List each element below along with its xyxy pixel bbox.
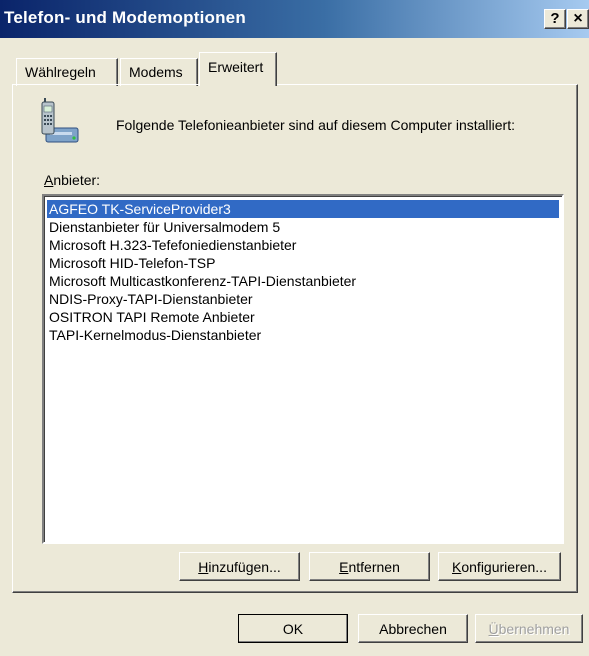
apply-label: bernehmen bbox=[498, 620, 570, 637]
remove-label: ntfernen bbox=[348, 558, 400, 575]
apply-mnemonic: Ü bbox=[488, 620, 499, 637]
add-mnemonic: H bbox=[198, 558, 209, 575]
list-item[interactable]: TAPI-Kernelmodus-Dienstanbieter bbox=[47, 326, 559, 344]
list-item[interactable]: NDIS-Proxy-TAPI-Dienstanbieter bbox=[47, 290, 559, 308]
list-item[interactable]: Dienstanbieter für Universalmodem 5 bbox=[47, 218, 559, 236]
close-button[interactable]: × bbox=[567, 9, 589, 29]
tab-modems[interactable]: Modems bbox=[120, 58, 198, 86]
providers-label-text: nbieter: bbox=[53, 172, 101, 188]
add-label: inzufügen... bbox=[208, 558, 281, 575]
cancel-button[interactable]: Abbrechen bbox=[358, 614, 468, 643]
list-item[interactable]: Microsoft Multicastkonferenz-TAPI-Dienst… bbox=[47, 272, 559, 290]
tab-waehlregeln[interactable]: Wählregeln bbox=[16, 58, 118, 86]
help-button[interactable]: ? bbox=[544, 9, 566, 29]
list-item[interactable]: OSITRON TAPI Remote Anbieter bbox=[47, 308, 559, 326]
configure-mnemonic: K bbox=[452, 558, 462, 575]
ok-button[interactable]: OK bbox=[238, 614, 348, 643]
list-item[interactable]: Microsoft HID-Telefon-TSP bbox=[47, 254, 559, 272]
providers-listbox[interactable]: AGFEO TK-ServiceProvider3 Dienstanbieter… bbox=[42, 194, 564, 544]
list-item[interactable]: Microsoft H.323-Tefefoniedienstanbieter bbox=[47, 236, 559, 254]
telephone-modem-icon bbox=[41, 98, 79, 143]
apply-button[interactable]: Übernehmen bbox=[475, 614, 583, 643]
tab-erweitert[interactable]: Erweitert bbox=[199, 52, 277, 86]
providers-label-mnemonic: A bbox=[44, 172, 54, 188]
add-provider-button[interactable]: Hinzufügen... bbox=[179, 552, 300, 581]
providers-label: Anbieter: bbox=[44, 172, 100, 188]
list-item[interactable]: AGFEO TK-ServiceProvider3 bbox=[47, 200, 559, 218]
title-bar[interactable]: Telefon- und Modemoptionen ? × bbox=[0, 0, 589, 38]
configure-provider-button[interactable]: Konfigurieren... bbox=[438, 552, 561, 581]
info-text: Folgende Telefonieanbieter sind auf dies… bbox=[116, 117, 515, 133]
remove-provider-button[interactable]: Entfernen bbox=[309, 552, 430, 581]
window-title: Telefon- und Modemoptionen bbox=[4, 8, 246, 27]
configure-label: onfigurieren... bbox=[461, 558, 547, 575]
